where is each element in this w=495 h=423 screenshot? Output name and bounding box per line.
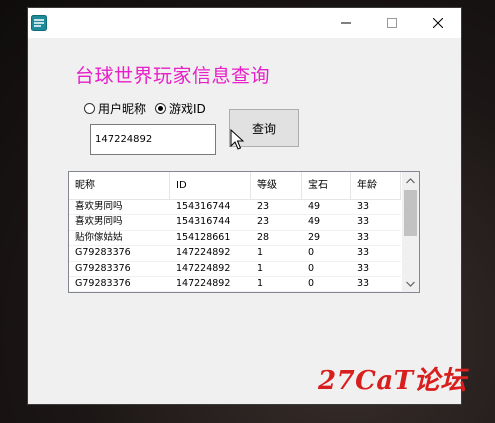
cell-gems: 0: [308, 262, 315, 274]
cell-gems: 0: [308, 247, 315, 259]
radio-gameid-circle[interactable]: [155, 103, 166, 114]
radio-gameid[interactable]: 游戏ID: [155, 100, 206, 117]
query-button-label: 查询: [251, 121, 276, 136]
table-header: 昵称 ID 等级 宝石 年龄: [69, 172, 401, 200]
table-body: 喜欢男同吗 154316744 23 49 33 喜欢男同吗 154316744…: [69, 200, 401, 292]
radio-nickname[interactable]: 用户昵称: [84, 100, 146, 117]
chevron-down-icon: [406, 281, 415, 287]
minimize-icon: [341, 22, 351, 24]
table-row[interactable]: 喜欢男同吗 154316744 23 49 33: [69, 215, 401, 231]
maximize-button[interactable]: [369, 8, 415, 38]
cell-nickname: 喜欢男同吗: [75, 216, 123, 228]
vertical-scrollbar[interactable]: [402, 172, 419, 292]
scroll-thumb[interactable]: [404, 190, 417, 236]
cell-level: 1: [257, 277, 264, 289]
table-row[interactable]: 贴你傢姑姑 154128661 28 29 33: [69, 231, 401, 247]
radio-nickname-circle[interactable]: [84, 103, 95, 114]
table-row[interactable]: G79283376 147224892 1 0 33: [69, 277, 401, 292]
cell-level: 23: [257, 216, 270, 228]
cell-gems: 49: [308, 201, 321, 212]
cell-level: 1: [257, 247, 264, 259]
cell-age: 33: [357, 216, 370, 228]
cell-gems: 0: [308, 277, 315, 289]
app-window: 台球世界玩家信息查询 用户昵称 游戏ID 查询 昵称 ID 等级 宝石 年龄 喜…: [28, 8, 461, 404]
column-header-gems[interactable]: 宝石: [302, 172, 351, 199]
cell-nickname: G79283376: [75, 262, 131, 274]
table-row[interactable]: G79283376 147224892 1 0 33: [69, 246, 401, 262]
cell-nickname: 喜欢男同吗: [75, 201, 123, 212]
close-icon: [433, 18, 443, 28]
id-input[interactable]: [90, 124, 216, 155]
cell-id: 147224892: [176, 277, 231, 289]
column-header-id[interactable]: ID: [170, 172, 251, 199]
page-title: 台球世界玩家信息查询: [75, 65, 271, 87]
app-icon: [31, 15, 47, 31]
radio-gameid-label: 游戏ID: [169, 102, 206, 116]
watermark: 27CaT论坛: [318, 366, 467, 396]
minimize-button[interactable]: [323, 8, 369, 38]
title-bar[interactable]: [28, 8, 461, 38]
radio-nickname-label: 用户昵称: [98, 102, 147, 116]
cell-nickname: 贴你傢姑姑: [75, 231, 123, 243]
cell-id: 154316744: [176, 201, 231, 212]
cell-id: 147224892: [176, 262, 231, 274]
cell-age: 33: [357, 247, 370, 259]
chevron-up-icon: [406, 177, 415, 183]
cell-age: 33: [357, 201, 370, 212]
cell-age: 33: [357, 231, 370, 243]
player-table[interactable]: 昵称 ID 等级 宝石 年龄 喜欢男同吗 154316744 23 49 33 …: [68, 171, 420, 293]
cell-age: 33: [357, 277, 370, 289]
scroll-up-button[interactable]: [402, 172, 419, 189]
cell-level: 28: [257, 231, 270, 243]
cell-nickname: G79283376: [75, 277, 131, 289]
close-button[interactable]: [415, 8, 461, 38]
maximize-icon: [387, 18, 397, 28]
scroll-down-button[interactable]: [402, 275, 419, 292]
mouse-cursor-icon: [230, 128, 245, 151]
cell-id: 154316744: [176, 216, 231, 228]
cell-gems: 29: [308, 231, 321, 243]
cell-nickname: G79283376: [75, 247, 131, 259]
column-header-age[interactable]: 年龄: [351, 172, 401, 199]
cell-level: 23: [257, 201, 270, 212]
table-row[interactable]: G79283376 147224892 1 0 33: [69, 262, 401, 277]
column-header-nickname[interactable]: 昵称: [69, 172, 170, 199]
cell-age: 33: [357, 262, 370, 274]
column-header-level[interactable]: 等级: [251, 172, 302, 199]
cell-level: 1: [257, 262, 264, 274]
cell-gems: 49: [308, 216, 321, 228]
cell-id: 154128661: [176, 231, 231, 243]
cell-id: 147224892: [176, 247, 231, 259]
table-row[interactable]: 喜欢男同吗 154316744 23 49 33: [69, 200, 401, 216]
